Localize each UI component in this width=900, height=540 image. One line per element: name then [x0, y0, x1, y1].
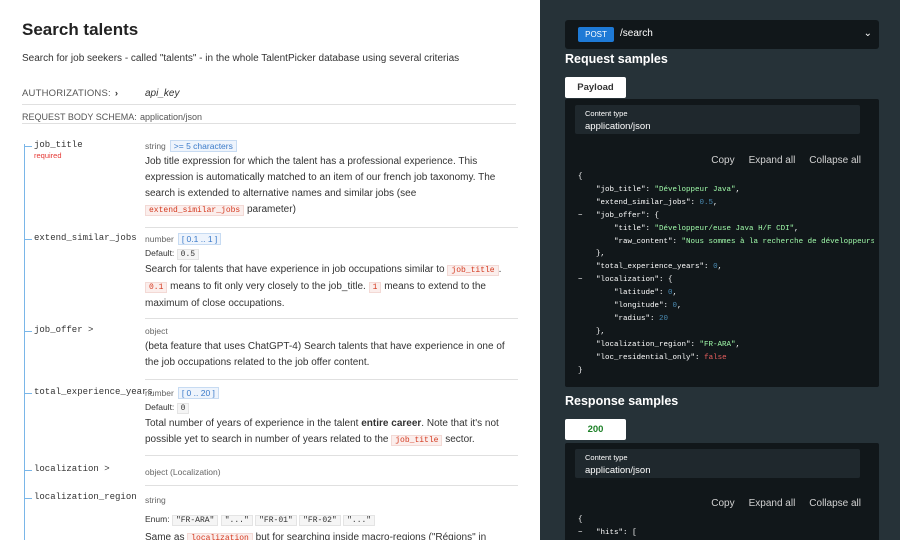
property-description: Same as localization but for searching i…: [145, 530, 517, 540]
docs-panel: Search talents Search for job seekers - …: [0, 0, 540, 540]
collapse-toggle[interactable]: −: [578, 276, 583, 284]
content-type-label: Content type: [585, 109, 628, 118]
divider: [22, 104, 516, 105]
enum-values: Enum: "FR-ARA" "..." "FR-01" "FR-02" "..…: [145, 512, 517, 528]
inline-code: localization: [187, 533, 253, 540]
chevron-right-icon[interactable]: >: [88, 325, 93, 335]
property-constraint: [ 0 .. 20 ]: [177, 387, 219, 399]
request-sample-box: Content type application/json Copy Expand…: [565, 99, 879, 387]
content-type-box: Content type application/json: [575, 449, 860, 478]
enum-value: "FR-ARA": [171, 515, 219, 526]
content-type-box: Content type application/json: [575, 105, 860, 134]
property-description: Job title expression for which the talen…: [145, 156, 496, 216]
authorizations-label: AUTHORIZATIONS:: [22, 88, 111, 99]
inline-code: extend_similar_jobs: [145, 205, 245, 216]
request-body-schema-row: REQUEST BODY SCHEMA: application/json: [22, 112, 202, 122]
page-description: Search for job seekers - called "talents…: [22, 53, 460, 64]
property-name[interactable]: localization >: [34, 464, 110, 474]
divider: [22, 123, 516, 124]
inline-code: job_title: [447, 265, 499, 276]
sample-actions: Copy Expand all Collapse all: [697, 498, 861, 509]
property-name[interactable]: job_offer >: [34, 325, 93, 335]
enum-value: "FR-02": [299, 515, 341, 526]
inline-code: 1: [368, 282, 382, 293]
property-type: object (Localization): [145, 467, 221, 477]
collapse-toggle[interactable]: −: [578, 212, 583, 220]
schema-label: REQUEST BODY SCHEMA:: [22, 112, 137, 122]
chevron-down-icon[interactable]: ⌄: [864, 28, 872, 39]
property-name: total_experience_years: [34, 387, 153, 397]
enum-value: "...": [220, 515, 253, 526]
property-type: string: [145, 495, 166, 505]
inline-code: job_title: [391, 435, 443, 446]
expand-all-button[interactable]: Expand all: [749, 498, 796, 509]
content-type-value: application/json: [585, 465, 651, 476]
response-json: { − "hits": [: [578, 516, 637, 537]
response-sample-box: Content type application/json Copy Expand…: [565, 443, 879, 540]
chevron-right-icon[interactable]: ›: [115, 88, 118, 99]
authorizations-value: api_key: [145, 88, 180, 99]
property-type: object: [145, 326, 168, 336]
collapse-all-button[interactable]: Collapse all: [809, 155, 861, 166]
property-type: number: [145, 234, 174, 244]
divider: [145, 485, 518, 486]
request-json: { "job_title": "Développeur Java", "exte…: [578, 173, 874, 375]
required-badge: required: [34, 151, 62, 160]
divider: [145, 227, 518, 228]
property-name: localization_region: [34, 492, 137, 502]
authorizations-row[interactable]: AUTHORIZATIONS: › api_key: [22, 88, 516, 99]
divider: [145, 379, 518, 380]
endpoint-path: /search: [620, 28, 653, 39]
content-type-label: Content type: [585, 453, 628, 462]
expand-all-button[interactable]: Expand all: [749, 155, 796, 166]
copy-button[interactable]: Copy: [711, 498, 734, 509]
tab-payload[interactable]: Payload: [565, 77, 626, 98]
chevron-right-icon[interactable]: >: [104, 464, 109, 474]
enum-value: "FR-01": [255, 515, 297, 526]
content-type-value: application/json: [585, 121, 651, 132]
page-title: Search talents: [22, 20, 139, 39]
enum-value: "...": [343, 515, 376, 526]
property-description: Total number of years of experience in t…: [145, 418, 499, 446]
collapse-toggle[interactable]: −: [578, 529, 583, 537]
schema-tree-line: [24, 144, 25, 540]
sample-actions: Copy Expand all Collapse all: [697, 155, 861, 166]
property-type: number: [145, 388, 174, 398]
samples-panel: POST /search ⌄ Request samples Payload C…: [540, 0, 900, 540]
request-samples-title: Request samples: [565, 52, 668, 66]
property-description: Search for talents that have experience …: [145, 264, 502, 309]
tab-200[interactable]: 200: [565, 419, 626, 440]
collapse-all-button[interactable]: Collapse all: [809, 498, 861, 509]
inline-code: 0.1: [145, 282, 168, 293]
property-name: job_title: [34, 140, 83, 150]
schema-content-type: application/json: [140, 112, 203, 122]
divider: [145, 318, 518, 319]
property-constraint: [ 0.1 .. 1 ]: [177, 233, 222, 245]
property-constraint: >= 5 characters: [169, 140, 237, 152]
divider: [145, 455, 518, 456]
response-samples-title: Response samples: [565, 394, 679, 408]
property-default: Default: 0: [145, 401, 517, 415]
property-default: Default: 0.5: [145, 247, 517, 261]
endpoint-bar[interactable]: POST /search ⌄: [565, 20, 879, 49]
copy-button[interactable]: Copy: [711, 155, 734, 166]
property-type: string: [145, 141, 166, 151]
property-name: extend_similar_jobs: [34, 233, 137, 243]
http-method-badge: POST: [578, 27, 614, 42]
property-description: (beta feature that uses ChatGPT-4) Searc…: [145, 341, 505, 368]
